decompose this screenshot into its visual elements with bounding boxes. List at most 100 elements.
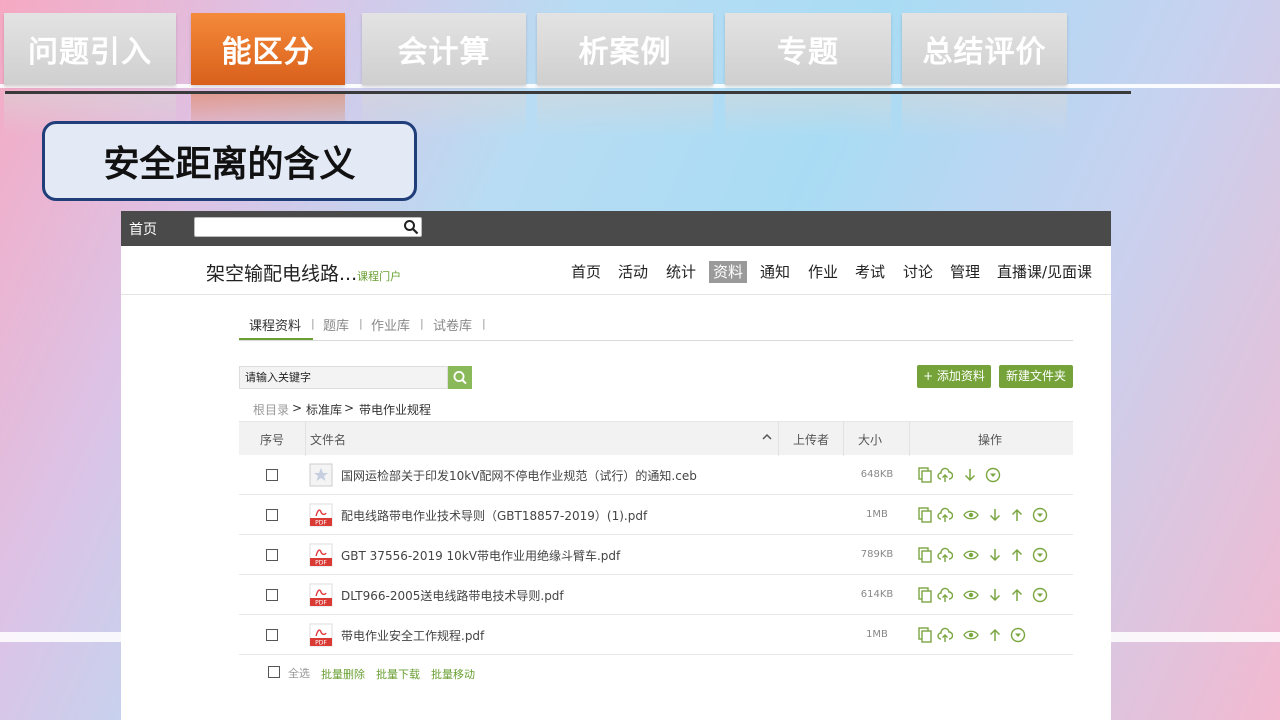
cloud-upload-icon[interactable] [937, 547, 953, 563]
file-size: 789KB [860, 549, 894, 560]
file-size: 614KB [860, 589, 894, 600]
upload-icon[interactable] [1009, 587, 1025, 603]
topbar-search-input[interactable] [194, 217, 422, 237]
tab-distinguish[interactable]: 能区分 [191, 13, 345, 85]
subtab-separator: | [482, 317, 486, 330]
cloud-upload-icon[interactable] [937, 587, 953, 603]
more-icon[interactable] [1032, 547, 1048, 563]
nav-activity[interactable]: 活动 [614, 261, 652, 283]
copy-icon[interactable] [917, 467, 933, 483]
batch-delete-link[interactable]: 批量删除 [321, 666, 365, 682]
tab-calculate[interactable]: 会计算 [362, 13, 526, 85]
subtab-course-materials[interactable]: 课程资料 [249, 315, 301, 334]
column-filename[interactable]: 文件名 [310, 431, 346, 448]
svg-text:PDF: PDF [315, 640, 327, 647]
subtab-separator: | [359, 317, 363, 330]
nav-manage[interactable]: 管理 [946, 261, 984, 283]
upload-icon[interactable] [1009, 547, 1025, 563]
eye-icon[interactable] [963, 507, 979, 523]
tab-reflection [725, 92, 891, 137]
column-actions: 操作 [978, 433, 1003, 447]
pdf-icon: PDF [309, 623, 333, 647]
batch-actions-bar: 全选 批量删除 批量下载 批量移动 [239, 663, 539, 683]
file-row[interactable]: PDF GBT 37556-2019 10kV带电作业用绝缘斗臂车.pdf 78… [239, 535, 1073, 575]
eye-icon[interactable] [963, 627, 979, 643]
batch-download-link[interactable]: 批量下载 [376, 666, 420, 682]
file-name[interactable]: 国网运检部关于印发10kV配网不停电作业规范（试行）的通知.ceb [341, 467, 697, 484]
download-icon[interactable] [987, 507, 1003, 523]
search-icon [453, 371, 467, 385]
tab-underline [5, 91, 1131, 94]
search-icon[interactable] [403, 219, 419, 235]
breadcrumb-standards[interactable]: 标准库 [306, 401, 342, 418]
more-icon[interactable] [1032, 507, 1048, 523]
slide-title: 安全距离的含义 [42, 121, 417, 201]
tab-case-analysis[interactable]: 析案例 [537, 13, 713, 85]
keyword-search-input[interactable]: 请输入关键字 [239, 366, 448, 389]
keyword-search-button[interactable] [448, 366, 472, 389]
file-row[interactable]: PDF 带电作业安全工作规程.pdf 1MB [239, 615, 1073, 655]
subtab-question-bank[interactable]: 题库 [323, 315, 349, 334]
column-divider [843, 422, 844, 456]
nav-materials[interactable]: 资料 [709, 261, 748, 283]
download-icon[interactable] [987, 587, 1003, 603]
nav-homework[interactable]: 作业 [804, 261, 842, 283]
add-material-button[interactable]: + 添加资料 [917, 365, 991, 388]
svg-text:PDF: PDF [315, 520, 327, 527]
cloud-upload-icon[interactable] [937, 627, 953, 643]
more-icon[interactable] [985, 467, 1001, 483]
row-checkbox[interactable] [266, 469, 278, 481]
more-icon[interactable] [1010, 627, 1026, 643]
portal-topbar: 首页 [121, 211, 1111, 246]
download-icon[interactable] [987, 547, 1003, 563]
course-title-text: 架空输配电线路... [206, 263, 358, 285]
select-all-label[interactable]: 全选 [288, 665, 310, 681]
file-name[interactable]: GBT 37556-2019 10kV带电作业用绝缘斗臂车.pdf [341, 547, 620, 564]
course-portal-label[interactable]: 课程门户 [357, 270, 401, 283]
row-checkbox[interactable] [266, 509, 278, 521]
file-name[interactable]: 配电线路带电作业技术导则（GBT18857-2019）(1).pdf [341, 507, 647, 524]
file-size: 1MB [866, 509, 888, 520]
copy-icon[interactable] [917, 507, 933, 523]
file-row[interactable]: PDF 配电线路带电作业技术导则（GBT18857-2019）(1).pdf 1… [239, 495, 1073, 535]
nav-live-class[interactable]: 直播课/见面课 [993, 261, 1096, 283]
row-checkbox[interactable] [266, 549, 278, 561]
file-name[interactable]: DLT966-2005送电线路带电技术导则.pdf [341, 587, 564, 604]
nav-exam[interactable]: 考试 [851, 261, 889, 283]
course-title[interactable]: 架空输配电线路...课程门户 [206, 259, 401, 286]
nav-stats[interactable]: 统计 [662, 261, 700, 283]
course-portal-screenshot: 首页 架空输配电线路...课程门户 首页 活动 统计 资料 通知 作业 考试 讨… [121, 211, 1111, 720]
eye-icon[interactable] [963, 587, 979, 603]
subtab-homework-bank[interactable]: 作业库 [371, 315, 410, 334]
download-icon[interactable] [962, 467, 978, 483]
tab-reflection [537, 92, 713, 137]
new-folder-button[interactable]: 新建文件夹 [999, 365, 1073, 388]
svg-text:PDF: PDF [315, 560, 327, 567]
sort-up-icon[interactable] [761, 432, 773, 442]
more-icon[interactable] [1032, 587, 1048, 603]
breadcrumb-root[interactable]: 根目录 [253, 401, 289, 418]
upload-icon[interactable] [1009, 507, 1025, 523]
topbar-home-link[interactable]: 首页 [129, 219, 157, 239]
subtab-exam-bank[interactable]: 试卷库 [433, 315, 472, 334]
eye-icon[interactable] [963, 547, 979, 563]
file-row[interactable]: 国网运检部关于印发10kV配网不停电作业规范（试行）的通知.ceb 648KB [239, 455, 1073, 495]
tab-topic[interactable]: 专题 [725, 13, 891, 85]
cloud-upload-icon[interactable] [937, 467, 953, 483]
row-checkbox[interactable] [266, 589, 278, 601]
copy-icon[interactable] [917, 587, 933, 603]
file-name[interactable]: 带电作业安全工作规程.pdf [341, 627, 484, 644]
nav-home[interactable]: 首页 [567, 261, 605, 283]
batch-move-link[interactable]: 批量移动 [431, 666, 475, 682]
nav-notice[interactable]: 通知 [756, 261, 794, 283]
upload-icon[interactable] [987, 627, 1003, 643]
select-all-checkbox[interactable] [268, 666, 280, 678]
file-row[interactable]: PDF DLT966-2005送电线路带电技术导则.pdf 614KB [239, 575, 1073, 615]
copy-icon[interactable] [917, 627, 933, 643]
tab-question-intro[interactable]: 问题引入 [4, 13, 176, 85]
cloud-upload-icon[interactable] [937, 507, 953, 523]
row-checkbox[interactable] [266, 629, 278, 641]
nav-discussion[interactable]: 讨论 [899, 261, 937, 283]
copy-icon[interactable] [917, 547, 933, 563]
tab-summary[interactable]: 总结评价 [902, 13, 1067, 85]
